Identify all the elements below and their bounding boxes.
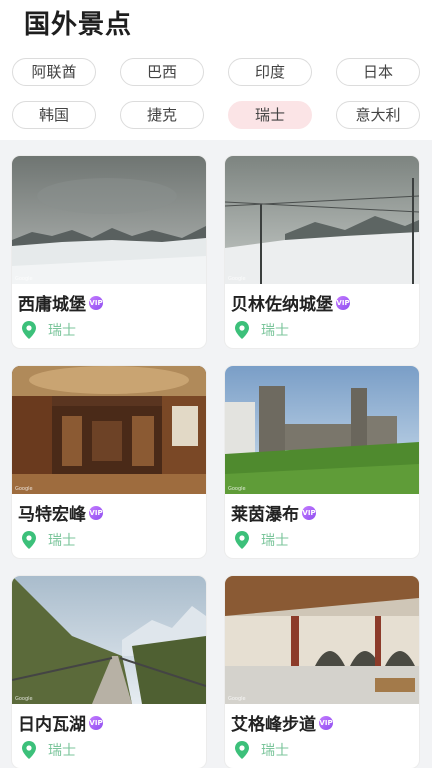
watermark: Google xyxy=(15,486,33,492)
attraction-thumbnail: Google xyxy=(12,366,206,494)
card-title: 马特宏峰 VIP xyxy=(18,505,103,525)
card-title: 日内瓦湖 VIP xyxy=(18,715,103,735)
vip-badge-icon: VIP xyxy=(319,716,333,730)
location-text: 瑞士 xyxy=(48,743,76,759)
watermark: Google xyxy=(228,696,246,702)
attraction-card[interactable]: Google 贝林佐纳城堡 VIP 瑞士 xyxy=(225,156,419,348)
chip-korea[interactable]: 韩国 xyxy=(12,101,96,129)
vip-badge-icon: VIP xyxy=(336,296,350,310)
vip-badge-icon: VIP xyxy=(89,716,103,730)
card-title: 莱茵瀑布 VIP xyxy=(231,505,316,525)
vip-badge-icon: VIP xyxy=(302,506,316,520)
card-title: 西庸城堡 VIP xyxy=(18,295,103,315)
location-text: 瑞士 xyxy=(48,533,76,549)
location-pin-icon xyxy=(22,741,36,759)
watermark: Google xyxy=(15,696,33,702)
location-text: 瑞士 xyxy=(48,323,76,339)
attraction-thumbnail: Google xyxy=(225,366,419,494)
attraction-card[interactable]: Google 莱茵瀑布 VIP 瑞士 xyxy=(225,366,419,558)
vip-badge-icon: VIP xyxy=(89,506,103,520)
location-pin-icon xyxy=(235,741,249,759)
chip-italy[interactable]: 意大利 xyxy=(336,101,420,129)
attraction-thumbnail: Google xyxy=(225,576,419,704)
chip-india[interactable]: 印度 xyxy=(228,58,312,86)
attraction-card[interactable]: Google 艾格峰步道 VIP 瑞士 xyxy=(225,576,419,768)
attraction-thumbnail: Google xyxy=(12,156,206,284)
attraction-grid: Google 西庸城堡 VIP 瑞士 Google 贝林佐纳城堡 VIP 瑞士 … xyxy=(0,140,432,768)
attraction-thumbnail: Google xyxy=(12,576,206,704)
chip-japan[interactable]: 日本 xyxy=(336,58,420,86)
chip-brazil[interactable]: 巴西 xyxy=(120,58,204,86)
location-text: 瑞士 xyxy=(261,743,289,759)
attraction-card[interactable]: Google 日内瓦湖 VIP 瑞士 xyxy=(12,576,206,768)
location-text: 瑞士 xyxy=(261,533,289,549)
card-title: 贝林佐纳城堡 VIP xyxy=(231,295,350,315)
watermark: Google xyxy=(228,276,246,282)
chip-czech[interactable]: 捷克 xyxy=(120,101,204,129)
attraction-card[interactable]: Google 西庸城堡 VIP 瑞士 xyxy=(12,156,206,348)
location-pin-icon xyxy=(22,531,36,549)
location-pin-icon xyxy=(22,321,36,339)
header: 国外景点 阿联酋 巴西 印度 日本 韩国 捷克 瑞士 意大利 xyxy=(0,0,432,140)
watermark: Google xyxy=(15,276,33,282)
page-title: 国外景点 xyxy=(24,10,133,40)
card-title: 艾格峰步道 VIP xyxy=(231,715,333,735)
attraction-card[interactable]: Google 马特宏峰 VIP 瑞士 xyxy=(12,366,206,558)
chip-switzerland[interactable]: 瑞士 xyxy=(228,101,312,129)
location-pin-icon xyxy=(235,321,249,339)
chip-uae[interactable]: 阿联酋 xyxy=(12,58,96,86)
attraction-thumbnail: Google xyxy=(225,156,419,284)
vip-badge-icon: VIP xyxy=(89,296,103,310)
location-pin-icon xyxy=(235,531,249,549)
location-text: 瑞士 xyxy=(261,323,289,339)
watermark: Google xyxy=(228,486,246,492)
